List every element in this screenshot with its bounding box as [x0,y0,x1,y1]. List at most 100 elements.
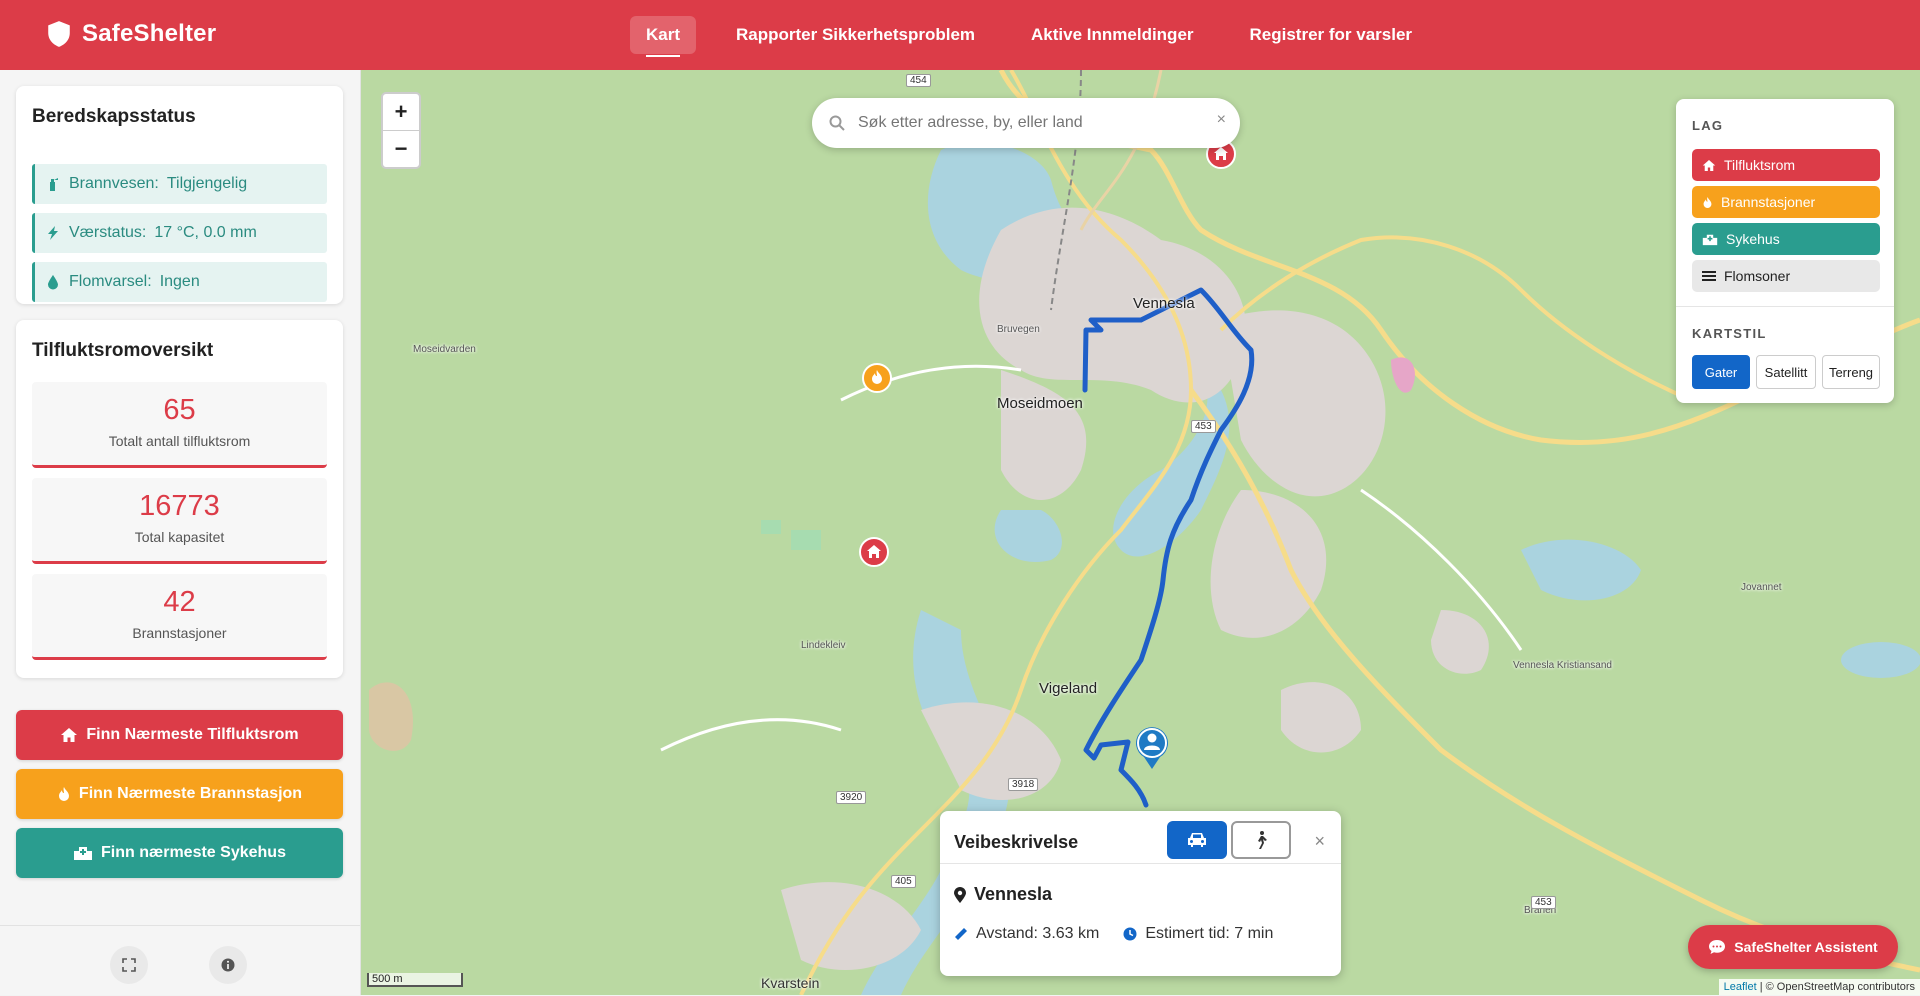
shield-icon [48,21,70,47]
fullscreen-button[interactable] [110,946,148,984]
layer-label: Sykehus [1726,231,1780,247]
map-style-title: KARTSTIL [1692,326,1767,341]
layer-toggle-flood-zones[interactable]: Flomsoner [1692,260,1880,292]
stat-value: 42 [163,586,196,618]
stat-value: 65 [163,394,196,426]
leaflet-link[interactable]: Leaflet [1724,981,1757,993]
road-shield-454: 454 [906,74,931,87]
stat-label: Brannstasjoner [132,625,227,641]
map-style-satellite[interactable]: Satellitt [1756,355,1816,389]
hospital-icon [74,847,93,860]
zoom-in-button[interactable]: + [383,94,419,130]
map-label-vennesla: Vennesla [1133,295,1195,312]
map-label-lindekleiv: Lindekleiv [801,640,846,651]
destination-name: Vennesla [974,884,1053,904]
map-view[interactable]: Vennesla Moseidmoen Vigeland Kvarstein L… [361,70,1920,995]
map-search-bar: × [812,98,1240,148]
mode-car-button[interactable] [1167,821,1227,859]
road-shield-3918: 3918 [1008,778,1039,791]
find-nearest-fire-station-button[interactable]: Finn Nærmeste Brannstasjon [16,769,343,819]
overview-card: Tilfluktsromoversikt 65 Totalt antall ti… [16,320,343,678]
layer-label: Brannstasjoner [1721,194,1816,210]
search-clear-button[interactable]: × [1217,111,1226,129]
search-icon [829,115,845,131]
nav-kart[interactable]: Kart [630,16,697,57]
road-shield-453b: 453 [1191,420,1216,433]
route-meta: Avstand: 3.63 km Estimert tid: 7 min [954,925,1273,943]
status-flood: Flomvarsel: Ingen [32,262,327,302]
hospital-icon [1702,234,1718,245]
layers-panel: LAG Tilfluktsrom Brannstasjoner Sykehus … [1676,99,1894,403]
home-icon [61,728,78,742]
layer-label: Tilfluktsrom [1724,157,1796,173]
map-label-bruvegen: Bruvegen [997,324,1040,335]
info-icon [221,958,235,972]
user-location-marker[interactable] [1134,725,1170,771]
map-attribution: Leaflet | © OpenStreetMap contributors [1718,979,1920,995]
app-header: SafeShelter Kart Rapporter Sikkerhetspro… [0,0,1920,70]
map-label-vigeland: Vigeland [1039,680,1098,697]
water-drop-icon [45,274,61,290]
layer-toggle-hospitals[interactable]: Sykehus [1692,223,1880,255]
find-nearest-shelter-button[interactable]: Finn Nærmeste Tilfluktsrom [16,710,343,760]
clock-icon [1123,927,1137,941]
status-flood-label: Flomvarsel: [69,273,152,290]
status-weather-label: Værstatus: [69,224,147,241]
stat-value: 16773 [139,490,220,522]
stat-label: Totalt antall tilfluktsrom [108,433,251,449]
status-fire-service: Brannvesen: Tilgjengelig [32,164,327,204]
walking-icon [1258,831,1267,849]
find-nearest-hospital-button[interactable]: Finn nærmeste Sykehus [16,828,343,878]
mode-walk-button[interactable] [1231,821,1291,859]
road-shield-3920: 3920 [836,791,867,804]
assistant-button[interactable]: SafeShelter Assistent [1688,925,1898,969]
fullscreen-icon [122,958,136,972]
map-pin-icon [954,886,966,903]
directions-title: Veibeskrivelse [954,832,1079,852]
directions-close-button[interactable]: × [1314,831,1325,852]
map-label-kvarstein: Kvarstein [761,975,820,991]
map-label-vennesla-kristiansand: Vennesla Kristiansand [1513,660,1612,671]
road-shield-405: 405 [891,875,916,888]
status-flood-value: Ingen [159,273,200,290]
route-time: Estimert tid: 7 min [1145,925,1274,942]
bolt-icon [45,225,61,241]
stat-total-shelters: 65 Totalt antall tilfluktsrom [32,382,327,468]
shelter-marker[interactable] [858,536,890,574]
directions-panel: Veibeskrivelse × Vennesla Avstand: 3.63 … [940,811,1341,976]
osm-attribution: | © OpenStreetMap contributors [1759,981,1915,993]
road-shield-453: 453 [1531,896,1556,909]
find-fire-label: Finn Nærmeste Brannstasjon [78,785,303,802]
info-button[interactable] [209,946,247,984]
fire-icon [58,787,69,801]
map-style-terrain[interactable]: Terreng [1822,355,1880,389]
layer-toggle-shelters[interactable]: Tilfluktsrom [1692,149,1880,181]
directions-divider [940,863,1341,864]
ruler-icon [955,928,967,940]
stat-label: Total kapasitet [134,529,225,545]
nav-register-alerts[interactable]: Registrer for varsler [1234,16,1429,54]
app-logo[interactable]: SafeShelter [46,20,216,48]
nav-active-reports[interactable]: Aktive Innmeldinger [1015,16,1209,54]
sidebar-footer [0,925,360,996]
stat-fire-stations: 42 Brannstasjoner [32,574,327,660]
zoom-out-button[interactable]: − [383,130,419,167]
nav-report[interactable]: Rapporter Sikkerhetsproblem [720,16,991,54]
app-name: SafeShelter [82,20,217,47]
status-weather-value: 17 °C, 0.0 mm [154,224,257,241]
sidebar: Beredskapsstatus Brannvesen: Tilgjengeli… [0,70,361,995]
fire-extinguisher-icon [45,176,61,192]
preparedness-title: Beredskapsstatus [32,106,196,127]
layers-divider [1676,306,1894,307]
layer-toggle-fire-stations[interactable]: Brannstasjoner [1692,186,1880,218]
main-nav: Kart Rapporter Sikkerhetsproblem Aktive … [630,16,1452,57]
map-style-streets[interactable]: Gater [1692,355,1750,389]
preparedness-card: Beredskapsstatus Brannvesen: Tilgjengeli… [16,86,343,304]
assistant-label: SafeShelter Assistent [1734,939,1878,955]
waves-icon [1702,271,1716,281]
fire-station-marker[interactable] [861,362,893,394]
home-icon [1702,159,1716,171]
map-search-input[interactable] [856,113,1200,133]
map-label-moseidmoen: Moseidmoen [997,395,1083,412]
overview-title: Tilfluktsromoversikt [32,340,214,361]
